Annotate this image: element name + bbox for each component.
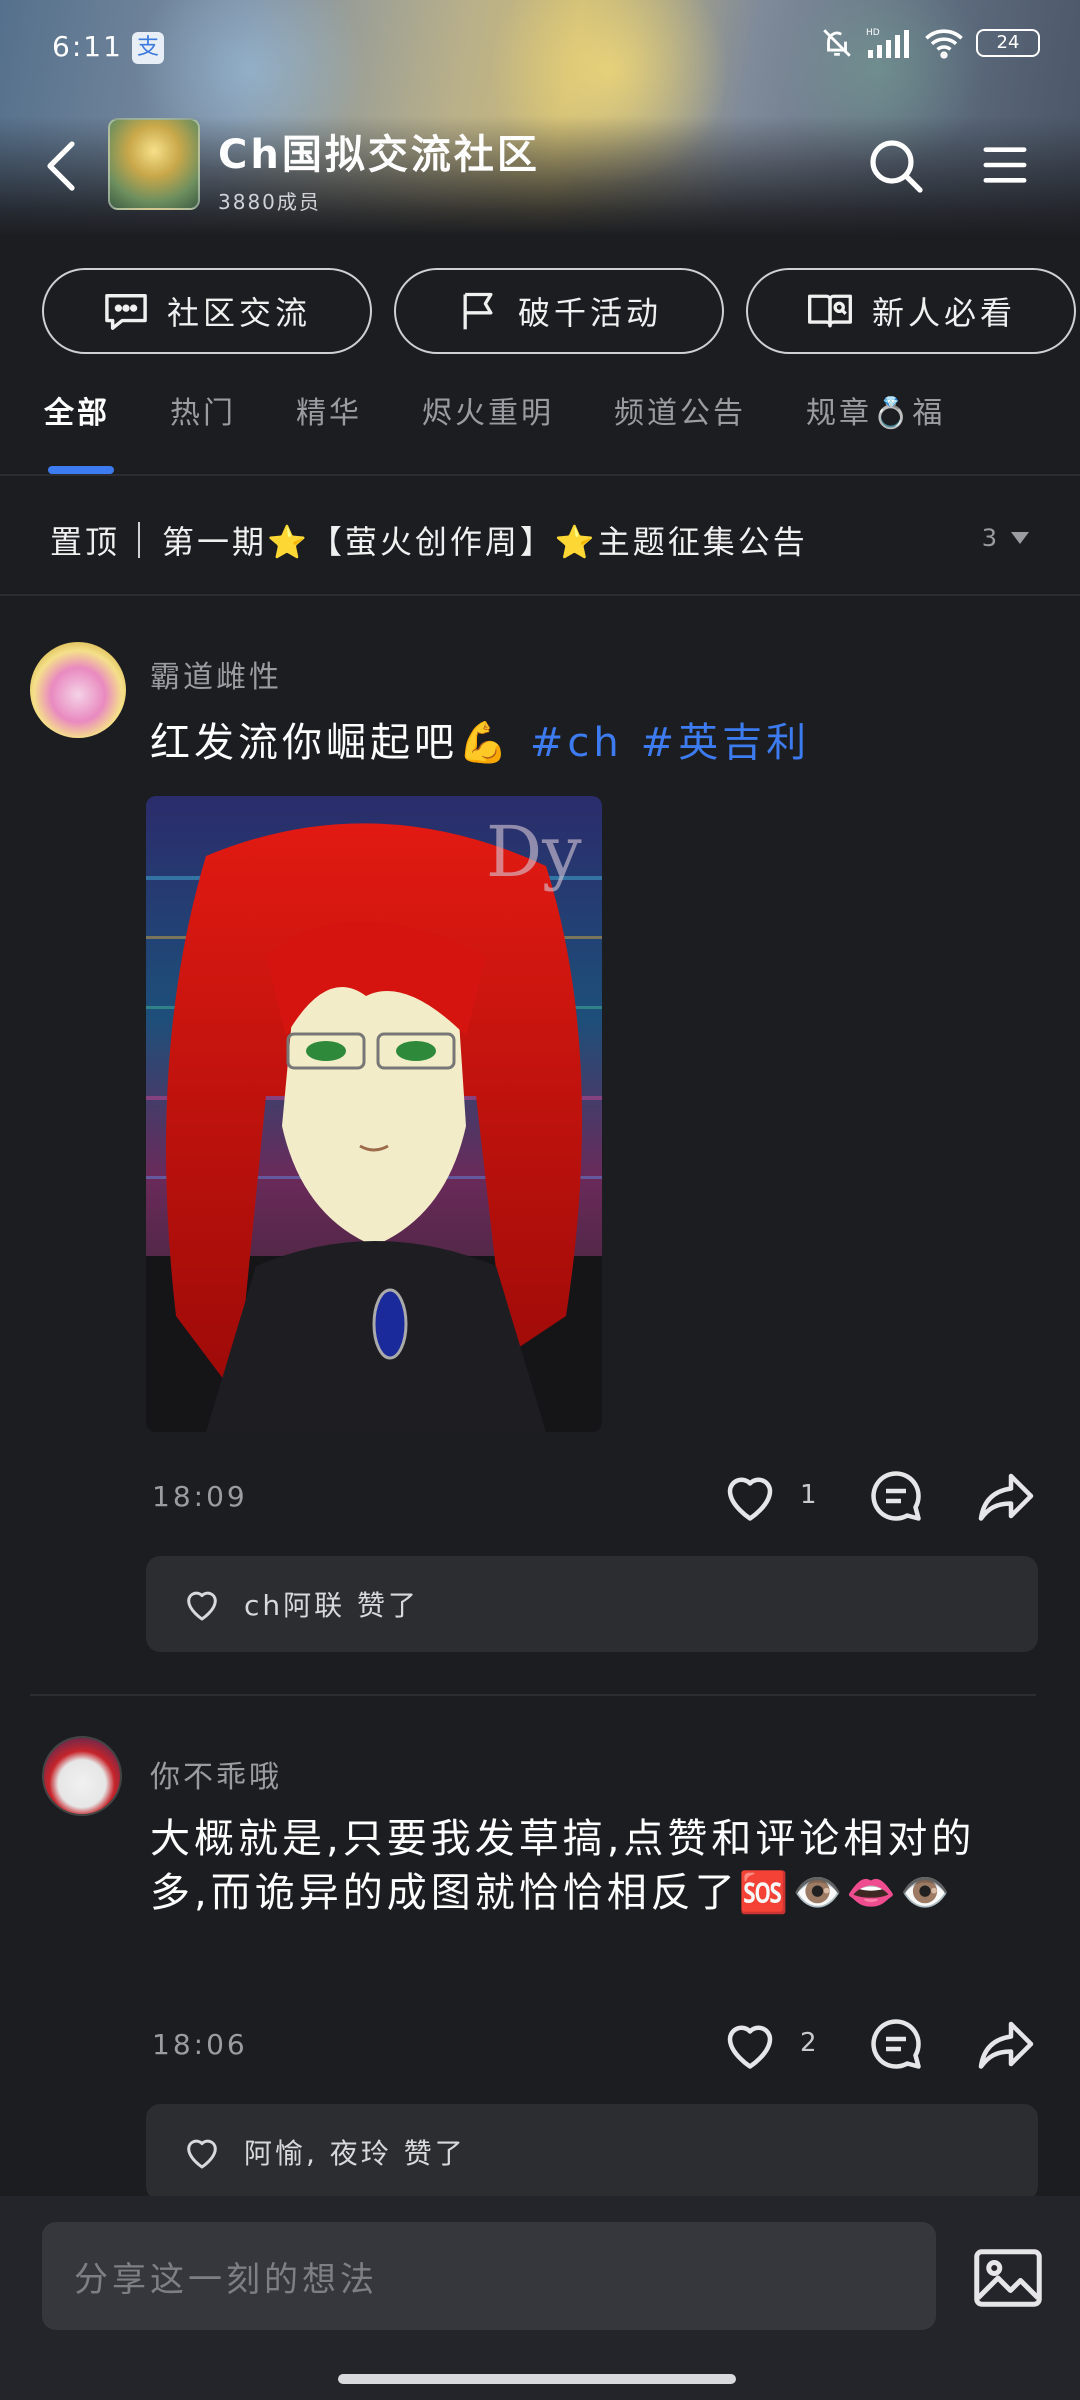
post-text-content: 红发流你崛起吧💪	[150, 720, 512, 766]
home-indicator[interactable]	[338, 2374, 736, 2384]
community-topbar: Ch国拟交流社区 3880成员	[0, 118, 1080, 214]
battery-level: 24	[996, 32, 1020, 53]
composer-input[interactable]: 分享这一刻的想法	[42, 2222, 936, 2330]
divider	[0, 474, 1080, 476]
heart-icon	[187, 1591, 217, 1621]
status-bar: 6:11 支 HD 24	[0, 0, 1080, 96]
shortcut-events[interactable]: 破千活动	[394, 268, 724, 354]
pinned-tag: 置顶	[50, 523, 121, 561]
divider	[30, 1694, 1036, 1696]
image-upload-icon[interactable]	[972, 2248, 1044, 2308]
shortcut-pills: 社区交流 破千活动 新人必看	[42, 268, 1076, 354]
shortcut-label: 破千活动	[517, 294, 662, 332]
post-tag[interactable]: #ch	[530, 720, 623, 766]
community-name[interactable]: Ch国拟交流社区	[218, 122, 540, 180]
avatar[interactable]	[30, 642, 126, 738]
like-count: 1	[800, 1480, 817, 1510]
post-timestamp: 18:06	[152, 2028, 248, 2061]
post-timestamp: 18:09	[152, 1480, 248, 1513]
post-tag[interactable]: #英吉利	[641, 720, 811, 766]
guide-book-icon	[808, 294, 852, 328]
battery-icon: 24	[976, 29, 1040, 57]
active-tab-indicator	[48, 466, 114, 474]
pinned-title: 第一期⭐【萤火创作周】⭐主题征集公告	[162, 523, 808, 561]
shortcut-newcomer-guide[interactable]: 新人必看	[746, 268, 1076, 354]
tab-rules[interactable]: 规章💍福	[806, 388, 945, 432]
heart-icon	[187, 2139, 217, 2169]
share-icon[interactable]	[976, 1466, 1036, 1526]
post-author[interactable]: 你不乖哦	[150, 1752, 282, 1796]
post-composer-bar: 分享这一刻的想法	[0, 2196, 1080, 2400]
shortcut-label: 社区交流	[166, 294, 311, 332]
tab-featured[interactable]: 精华	[296, 388, 362, 432]
like-heart-icon[interactable]	[720, 1466, 780, 1526]
post-text[interactable]: 红发流你崛起吧💪 #ch #英吉利	[150, 716, 810, 770]
liked-by-bar[interactable]: 阿愉, 夜玲 赞了	[146, 2104, 1038, 2200]
alipay-notification-icon: 支	[132, 32, 164, 64]
channel-tabs: 全部 热门 精华 烬火重明 频道公告 规章💍福	[44, 388, 1080, 468]
liked-by-text: ch阿联 赞了	[244, 1589, 420, 1622]
comment-icon[interactable]	[866, 2014, 926, 2074]
like-count: 2	[800, 2028, 817, 2058]
shortcut-community-chat[interactable]: 社区交流	[42, 268, 372, 354]
post-text[interactable]: 大概就是,只要我发草搞,点赞和评论相对的多,而诡异的成图就恰恰相反了🆘👁️👄👁️	[150, 1812, 1030, 1920]
like-heart-icon[interactable]	[720, 2014, 780, 2074]
mute-bell-icon	[823, 29, 851, 57]
share-icon[interactable]	[976, 2014, 1036, 2074]
liked-by-text: 阿愉, 夜玲 赞了	[244, 2137, 466, 2170]
signature: Dy	[486, 811, 582, 893]
community-avatar[interactable]	[108, 118, 200, 210]
community-member-count: 3880成员	[218, 190, 321, 214]
shortcut-label: 新人必看	[871, 294, 1016, 332]
pinned-count-dropdown[interactable]: 3	[982, 524, 1030, 552]
status-time: 6:11	[52, 30, 123, 63]
menu-icon[interactable]	[982, 142, 1028, 188]
flag-icon	[463, 292, 493, 330]
search-icon[interactable]	[868, 138, 924, 194]
back-arrow-icon[interactable]	[38, 138, 86, 194]
post-image[interactable]: Dy	[146, 796, 602, 1432]
signal-icon: HD	[866, 28, 909, 58]
pinned-post-banner[interactable]: 置顶 第一期⭐【萤火创作周】⭐主题征集公告 3	[50, 510, 1040, 570]
status-icons: HD 24	[820, 26, 1040, 60]
tab-hot[interactable]: 热门	[170, 388, 236, 432]
wifi-icon	[925, 29, 963, 59]
comment-icon[interactable]	[866, 1466, 926, 1526]
liked-by-bar[interactable]: ch阿联 赞了	[146, 1556, 1038, 1652]
tab-embers[interactable]: 烬火重明	[422, 388, 554, 432]
avatar[interactable]	[42, 1736, 122, 1816]
post-image-artwork: Dy	[146, 796, 602, 1432]
post-author[interactable]: 霸道雌性	[150, 652, 282, 696]
network-hd-label: HD	[866, 28, 880, 38]
chat-icon	[105, 294, 147, 330]
divider	[0, 594, 1080, 596]
pinned-count: 3	[981, 524, 1000, 552]
divider	[138, 522, 141, 558]
tab-all[interactable]: 全部	[44, 388, 110, 432]
tab-announcements[interactable]: 频道公告	[614, 388, 746, 432]
caret-down-icon	[1011, 532, 1029, 544]
